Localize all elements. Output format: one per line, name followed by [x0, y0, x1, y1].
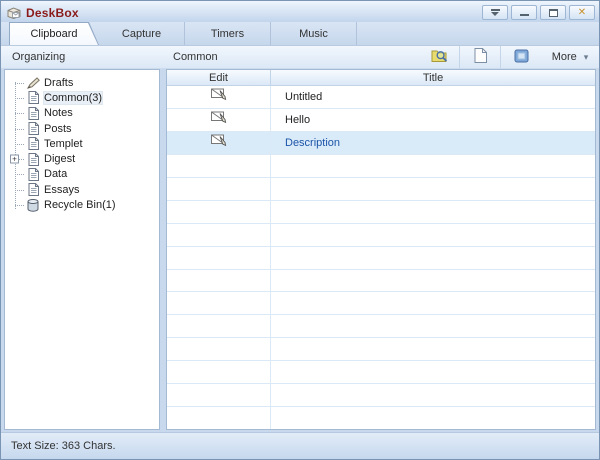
toolbar: Organizing Common	[1, 46, 599, 69]
table-body: Untitled Hello	[167, 86, 595, 429]
tree-item-common[interactable]: Common(3)	[5, 90, 159, 105]
close-icon: ✕	[578, 8, 586, 18]
edit-cell	[167, 109, 271, 131]
edit-cell	[167, 132, 271, 154]
tab-clipboard[interactable]: Clipboard	[9, 22, 99, 45]
close-button[interactable]: ✕	[569, 5, 595, 20]
title-cell: Untitled	[271, 86, 595, 108]
table-row-selected[interactable]: Description	[167, 132, 595, 155]
title-cell: Description	[271, 132, 595, 154]
column-header-title[interactable]: Title	[271, 70, 595, 85]
table-row-empty[interactable]	[167, 361, 595, 384]
note-icon	[26, 168, 40, 181]
title-bar[interactable]: DeskBox ✕	[1, 1, 599, 22]
expand-icon[interactable]: +	[10, 155, 19, 164]
app-logo-icon	[6, 5, 22, 20]
table-row-empty[interactable]	[167, 178, 595, 201]
table-row-empty[interactable]	[167, 201, 595, 224]
tree-item-templet[interactable]: Templet	[5, 136, 159, 151]
edit-cell	[167, 86, 271, 108]
tab-timers[interactable]: Timers	[185, 22, 271, 45]
tree-item-drafts[interactable]: Drafts	[5, 75, 159, 90]
table-row-empty[interactable]	[167, 407, 595, 429]
edit-icon[interactable]	[211, 110, 227, 129]
maximize-button[interactable]	[540, 5, 566, 20]
tree-item-recycle-bin[interactable]: Recycle Bin(1)	[5, 197, 159, 212]
table-header: Edit Title	[167, 70, 595, 86]
collapse-icon	[491, 9, 500, 16]
tab-bar: Clipboard Capture Timers Music	[1, 22, 599, 46]
tree-item-posts[interactable]: Posts	[5, 121, 159, 136]
search-folder-button[interactable]	[419, 46, 459, 68]
note-icon	[26, 107, 40, 120]
table-row-empty[interactable]	[167, 247, 595, 270]
table-row-empty[interactable]	[167, 338, 595, 361]
tree-panel-header: Organizing	[1, 51, 163, 63]
table-row[interactable]: Untitled	[167, 86, 595, 109]
save-button[interactable]	[501, 46, 541, 68]
column-header-edit[interactable]: Edit	[167, 70, 271, 85]
note-icon	[26, 183, 40, 196]
title-cell: Hello	[271, 109, 595, 131]
recycle-bin-icon	[26, 199, 40, 212]
clips-table: Edit Title Untitled	[166, 69, 596, 430]
note-icon	[26, 91, 40, 104]
main-area: Drafts Common(3)	[1, 69, 599, 430]
table-row-empty[interactable]	[167, 292, 595, 315]
more-button[interactable]: More ▾	[541, 46, 599, 68]
maximize-icon	[549, 9, 558, 17]
tree-item-essays[interactable]: Essays	[5, 182, 159, 197]
edit-icon[interactable]	[211, 133, 227, 152]
save-icon	[514, 49, 529, 66]
app-window: DeskBox ✕ Clipboard Capture Timers Music	[0, 0, 600, 460]
folder-tree-panel[interactable]: Drafts Common(3)	[4, 69, 160, 430]
status-text: Text Size: 363 Chars.	[11, 440, 116, 452]
tab-capture[interactable]: Capture	[99, 22, 185, 45]
search-folder-icon	[431, 48, 448, 66]
note-icon	[26, 122, 40, 135]
pencil-icon	[26, 77, 40, 89]
edit-icon[interactable]	[211, 87, 227, 106]
current-folder-label: Common	[163, 51, 419, 63]
minimize-icon	[520, 14, 529, 16]
note-icon	[26, 137, 40, 150]
note-icon	[26, 153, 40, 166]
table-row-empty[interactable]	[167, 384, 595, 407]
tree-item-notes[interactable]: Notes	[5, 106, 159, 121]
table-row[interactable]: Hello	[167, 109, 595, 132]
window-title: DeskBox	[26, 6, 479, 20]
minimize-button[interactable]	[511, 5, 537, 20]
tree-item-data[interactable]: Data	[5, 167, 159, 182]
tab-music[interactable]: Music	[271, 22, 357, 45]
table-row-empty[interactable]	[167, 224, 595, 247]
new-document-icon	[474, 48, 487, 66]
table-row-empty[interactable]	[167, 270, 595, 293]
tree-item-digest[interactable]: + Digest	[5, 151, 159, 166]
collapse-button[interactable]	[482, 5, 508, 20]
status-bar: Text Size: 363 Chars.	[1, 432, 599, 459]
table-row-empty[interactable]	[167, 155, 595, 178]
new-document-button[interactable]	[460, 46, 500, 68]
table-row-empty[interactable]	[167, 315, 595, 338]
toolbar-buttons: More ▾	[419, 46, 599, 68]
chevron-down-icon: ▾	[584, 52, 589, 63]
